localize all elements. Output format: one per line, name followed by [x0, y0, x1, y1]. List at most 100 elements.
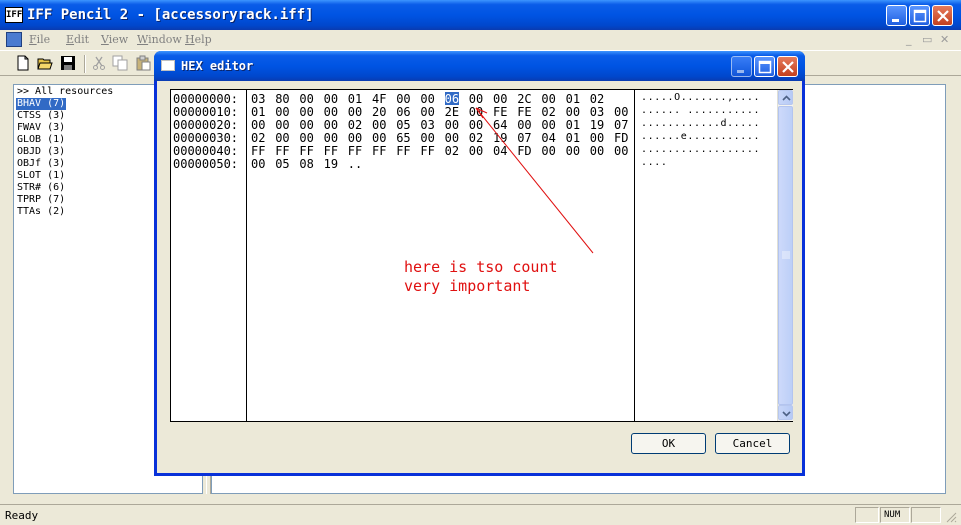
dialog-title-bar[interactable]: HEX editor: [154, 51, 805, 81]
hex-byte[interactable]: 00: [396, 92, 410, 106]
hex-byte[interactable]: 00: [348, 105, 362, 119]
hex-byte[interactable]: FD: [614, 131, 628, 145]
hex-byte[interactable]: 00: [541, 118, 555, 132]
hex-byte[interactable]: 00: [420, 131, 434, 145]
hex-byte[interactable]: 00: [445, 118, 459, 132]
menu-help[interactable]: Help: [185, 33, 212, 46]
main-title-bar[interactable]: IFF IFF Pencil 2 - [accessoryrack.iff]: [0, 0, 961, 30]
hex-byte[interactable]: 03: [251, 92, 265, 106]
hex-byte[interactable]: 19: [590, 118, 604, 132]
resource-item-ttas[interactable]: TTAs (2): [16, 206, 66, 218]
hex-byte[interactable]: FF: [324, 144, 338, 158]
mdi-close-icon[interactable]: ✕: [940, 33, 949, 46]
hex-byte[interactable]: 06: [396, 105, 410, 119]
hex-byte[interactable]: 00: [324, 118, 338, 132]
hex-byte[interactable]: 02: [469, 131, 483, 145]
app-icon[interactable]: IFF: [5, 7, 23, 23]
hex-view[interactable]: 00000000: 00000010: 00000020: 00000030: …: [170, 89, 793, 422]
hex-byte[interactable]: 00: [372, 118, 386, 132]
hex-byte[interactable]: 00: [590, 144, 604, 158]
hex-byte[interactable]: 00: [566, 105, 580, 119]
hex-byte[interactable]: 00: [469, 105, 483, 119]
hex-byte[interactable]: 00: [566, 144, 580, 158]
menu-file[interactable]: File: [29, 33, 50, 46]
paste-icon[interactable]: [135, 55, 151, 71]
hex-byte[interactable]: 01: [566, 92, 580, 106]
menu-view[interactable]: View: [101, 33, 128, 46]
maximize-button[interactable]: [909, 5, 930, 26]
hex-byte[interactable]: ..: [348, 157, 362, 171]
hex-byte[interactable]: 00: [420, 92, 434, 106]
hex-byte[interactable]: FE: [517, 105, 531, 119]
hex-byte[interactable]: 00: [469, 118, 483, 132]
resource-item-tprp[interactable]: TPRP (7): [16, 194, 66, 206]
resource-item-all[interactable]: >> All resources: [16, 86, 114, 98]
copy-icon[interactable]: [112, 55, 128, 71]
hex-byte[interactable]: 2C: [517, 92, 531, 106]
resource-item-objf[interactable]: OBJf (3): [16, 158, 66, 170]
hex-byte[interactable]: FF: [348, 144, 362, 158]
hex-byte[interactable]: 2E: [445, 105, 459, 119]
close-button[interactable]: [932, 5, 953, 26]
cancel-button[interactable]: Cancel: [715, 433, 790, 454]
hex-byte[interactable]: 04: [493, 144, 507, 158]
hex-byte[interactable]: 19: [324, 157, 338, 171]
hex-byte[interactable]: 00: [590, 131, 604, 145]
hex-byte[interactable]: 02: [590, 92, 604, 106]
hex-byte[interactable]: 01: [566, 118, 580, 132]
hex-bytes-column[interactable]: 03 80 00 00 01 4F 00 00 06 00 00 2C 00 01 02 01 00 00 00 00…: [247, 90, 635, 421]
hex-byte[interactable]: 00: [251, 118, 265, 132]
dialog-maximize-button[interactable]: [754, 56, 775, 77]
hex-byte[interactable]: 00: [299, 105, 313, 119]
menu-edit[interactable]: Edit: [66, 33, 89, 46]
scroll-up-button[interactable]: [778, 90, 793, 105]
hex-byte[interactable]: 19: [493, 131, 507, 145]
dialog-minimize-button[interactable]: [731, 56, 752, 77]
hex-byte[interactable]: 00: [469, 144, 483, 158]
hex-byte[interactable]: 01: [566, 131, 580, 145]
resource-item-glob[interactable]: GLOB (1): [16, 134, 66, 146]
mdi-restore-icon[interactable]: ▭: [922, 33, 932, 46]
hex-byte[interactable]: 05: [275, 157, 289, 171]
hex-byte[interactable]: 04: [541, 131, 555, 145]
hex-byte[interactable]: 01: [348, 92, 362, 106]
hex-byte[interactable]: 00: [299, 118, 313, 132]
save-icon[interactable]: [60, 55, 76, 71]
hex-byte[interactable]: 00: [299, 131, 313, 145]
hex-byte[interactable]: 00: [299, 92, 313, 106]
hex-byte[interactable]: 00: [324, 92, 338, 106]
resource-item-objd[interactable]: OBJD (3): [16, 146, 66, 158]
resource-item-ctss[interactable]: CTSS (3): [16, 110, 66, 122]
hex-byte[interactable]: FF: [299, 144, 313, 158]
mdi-minimize-icon[interactable]: _: [906, 33, 912, 46]
document-icon[interactable]: [6, 32, 22, 47]
hex-byte[interactable]: 08: [299, 157, 313, 171]
hex-byte[interactable]: 03: [590, 105, 604, 119]
hex-byte[interactable]: 02: [251, 131, 265, 145]
vertical-scrollbar[interactable]: [777, 90, 793, 421]
hex-byte[interactable]: 65: [396, 131, 410, 145]
scroll-thumb[interactable]: [778, 106, 793, 405]
hex-byte[interactable]: 00: [541, 92, 555, 106]
hex-byte[interactable]: 01: [251, 105, 265, 119]
hex-byte[interactable]: 02: [541, 105, 555, 119]
hex-byte[interactable]: FD: [517, 144, 531, 158]
hex-byte[interactable]: FF: [275, 144, 289, 158]
resource-item-fwav[interactable]: FWAV (3): [16, 122, 66, 134]
hex-byte[interactable]: 20: [372, 105, 386, 119]
hex-byte[interactable]: 07: [614, 118, 628, 132]
dialog-close-button[interactable]: [777, 56, 798, 77]
hex-byte[interactable]: 00: [469, 92, 483, 106]
menu-window[interactable]: Window: [137, 33, 182, 46]
hex-byte[interactable]: 00: [372, 131, 386, 145]
hex-byte[interactable]: 00: [275, 131, 289, 145]
hex-byte[interactable]: 00: [420, 105, 434, 119]
hex-byte[interactable]: FF: [396, 144, 410, 158]
hex-byte[interactable]: 07: [517, 131, 531, 145]
hex-byte[interactable]: 00: [275, 105, 289, 119]
hex-byte[interactable]: 06: [444, 92, 460, 106]
hex-byte[interactable]: 00: [251, 157, 265, 171]
hex-byte[interactable]: 80: [275, 92, 289, 106]
hex-byte[interactable]: 00: [348, 131, 362, 145]
hex-byte[interactable]: 00: [493, 92, 507, 106]
